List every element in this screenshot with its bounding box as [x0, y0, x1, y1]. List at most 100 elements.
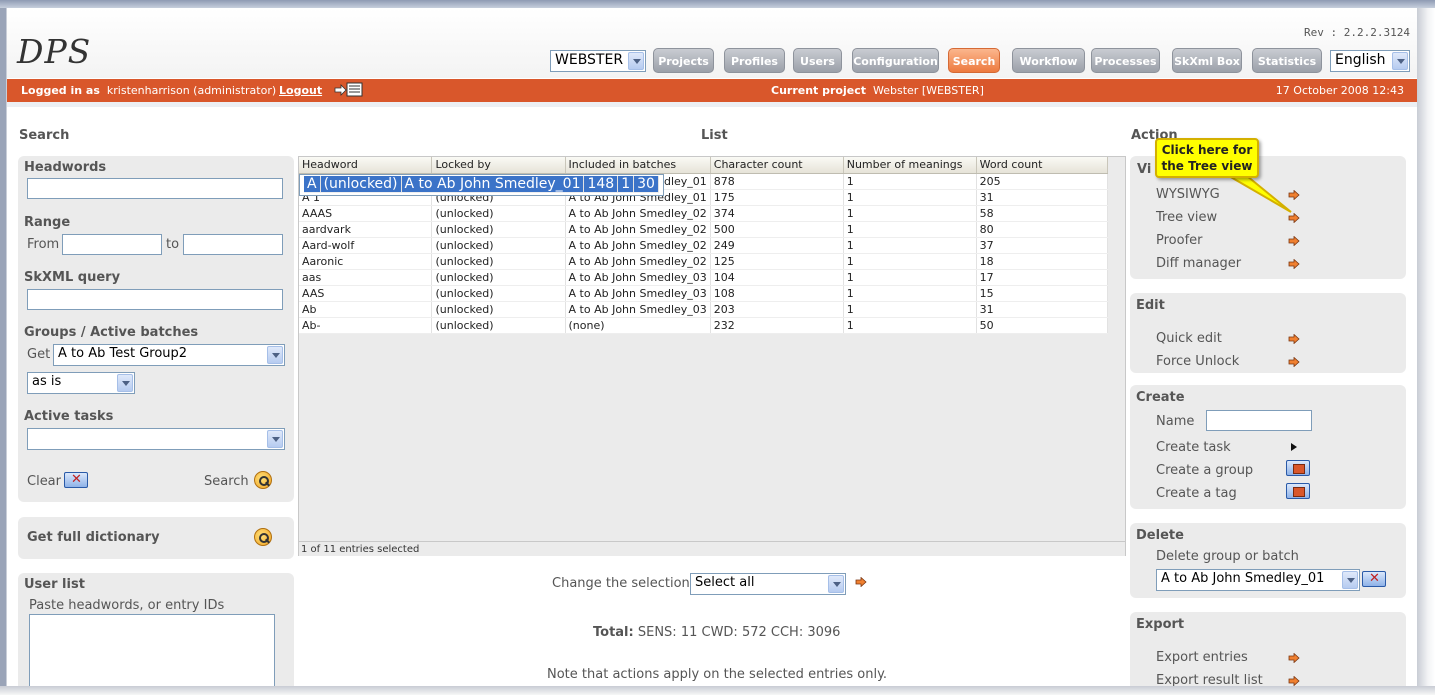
- change-selection-label: Change the selection: [552, 576, 690, 591]
- table-cell: aas: [299, 269, 433, 286]
- create-tag-label: Create a tag: [1156, 486, 1237, 501]
- range-from-input[interactable]: [62, 234, 162, 255]
- column-header[interactable]: Locked by: [431, 157, 566, 174]
- action-quick-edit[interactable]: Quick edit: [1156, 331, 1222, 346]
- go-arrow-icon[interactable]: [1288, 259, 1300, 269]
- window-top-edge: [0, 0, 1435, 8]
- column-header[interactable]: Included in batches: [565, 157, 711, 174]
- create-panel: Create Name Create task Create a group C…: [1130, 385, 1406, 509]
- table-cell: (unlocked): [431, 285, 566, 302]
- table-cell: A to Ab John Smedley_01: [401, 175, 585, 193]
- nav-search-button[interactable]: Search: [948, 48, 1000, 73]
- nav-skxml-box-button[interactable]: SkXml Box: [1172, 48, 1242, 73]
- table-row[interactable]: Ab (unlocked) A to Ab John Smedley_03 203 1 3…: [299, 301, 1109, 318]
- range-to-input[interactable]: [183, 234, 283, 255]
- play-icon[interactable]: [1291, 443, 1297, 451]
- table-row[interactable]: Aaronic (unlocked) A to Ab John Smedley_02…: [299, 253, 1109, 270]
- project-select-value: WEBSTER: [555, 52, 624, 68]
- user-list-textarea[interactable]: [29, 614, 275, 686]
- skxml-query-input[interactable]: [27, 289, 283, 310]
- nav-statistics-button[interactable]: Statistics: [1252, 48, 1322, 73]
- header: DPS Rev : 2.2.2.3124 WEBSTER Projects Pro…: [7, 8, 1417, 78]
- get-label: Get: [27, 347, 51, 362]
- table-row[interactable]: A (unlocked) A to Ab John Smedley_01 148 1 30: [299, 173, 664, 196]
- go-arrow-icon[interactable]: [855, 577, 867, 587]
- table-cell: 50: [976, 317, 1109, 334]
- create-group-icon[interactable]: [1286, 460, 1310, 476]
- table-cell: (none): [565, 317, 711, 334]
- table-cell: 1: [843, 237, 977, 254]
- column-header[interactable]: Number of meanings: [843, 157, 977, 174]
- delete-select[interactable]: A to Ab John Smedley_01: [1156, 569, 1360, 591]
- table-cell: 203: [710, 301, 844, 318]
- full-dictionary-label[interactable]: Get full dictionary: [27, 530, 160, 545]
- headwords-input[interactable]: [27, 178, 283, 199]
- document-icon[interactable]: [334, 82, 364, 98]
- go-arrow-icon[interactable]: [1288, 676, 1300, 686]
- table-body: A (unlocked) A to Ab John Smedley_01 148 1 30…: [299, 173, 1109, 334]
- table-cell: 15: [976, 285, 1109, 302]
- as-is-select[interactable]: as is: [27, 372, 135, 394]
- action-export-entries[interactable]: Export entries: [1156, 650, 1248, 665]
- create-tag-icon[interactable]: [1286, 483, 1310, 499]
- table-cell: aardvark: [299, 221, 433, 238]
- go-arrow-icon[interactable]: [1288, 334, 1300, 344]
- project-select[interactable]: WEBSTER: [550, 50, 646, 72]
- column-header[interactable]: Word count: [976, 157, 1109, 174]
- nav-configuration-button[interactable]: Configuration: [852, 48, 939, 73]
- go-arrow-icon[interactable]: [1288, 236, 1300, 246]
- clear-icon[interactable]: [64, 472, 88, 488]
- group-select[interactable]: A to Ab Test Group2: [53, 344, 285, 366]
- sub-bar: [7, 102, 1417, 107]
- table-row[interactable]: aas (unlocked) A to Ab John Smedley_03 104 1…: [299, 269, 1109, 286]
- table-cell: A to Ab John Smedley_03: [565, 301, 711, 318]
- table-cell: (unlocked): [431, 237, 566, 254]
- logout-link[interactable]: Logout: [279, 79, 322, 102]
- table-cell: (unlocked): [431, 205, 566, 222]
- language-select-value: English: [1335, 52, 1386, 68]
- name-input[interactable]: [1206, 410, 1312, 431]
- chevron-down-icon: [828, 575, 844, 593]
- go-arrow-icon[interactable]: [1288, 357, 1300, 367]
- action-diff-manager[interactable]: Diff manager: [1156, 256, 1241, 271]
- table-cell: 31: [976, 301, 1109, 318]
- page: DPS Rev : 2.2.2.3124 WEBSTER Projects Pro…: [6, 8, 1417, 686]
- action-force-unlock[interactable]: Force Unlock: [1156, 354, 1239, 369]
- change-selection-value: Select all: [695, 575, 755, 590]
- table-cell: 205: [976, 173, 1109, 190]
- table-cell: Aaronic: [299, 253, 433, 270]
- action-proofer[interactable]: Proofer: [1156, 233, 1203, 248]
- nav-users-button[interactable]: Users: [793, 48, 842, 73]
- table-row[interactable]: AAAS (unlocked) A to Ab John Smedley_02 374…: [299, 205, 1109, 222]
- current-project: Current project Webster [WEBSTER]: [771, 79, 984, 102]
- change-selection-select[interactable]: Select all: [690, 573, 846, 595]
- results-table: Headword Locked by Included in batches Char…: [299, 157, 1109, 334]
- table-row[interactable]: Aard-wolf (unlocked) A to Ab John Smedley_…: [299, 237, 1109, 254]
- export-panel: Export Export entries Export result list: [1130, 612, 1406, 686]
- total: Total: SENS: 11 CWD: 572 CCH: 3096: [593, 625, 840, 640]
- search-icon[interactable]: [254, 528, 272, 546]
- table-cell: (unlocked): [431, 221, 566, 238]
- language-select[interactable]: English: [1330, 50, 1410, 72]
- nav-profiles-button[interactable]: Profiles: [724, 48, 785, 73]
- create-title: Create: [1136, 390, 1185, 405]
- nav-projects-button[interactable]: Projects: [653, 48, 714, 73]
- table-row[interactable]: Ab- (unlocked) (none) 232 1 50: [299, 317, 1109, 334]
- action-export-result-list[interactable]: Export result list: [1156, 673, 1263, 686]
- callout-pointer: [1225, 175, 1292, 213]
- search-icon[interactable]: [254, 471, 272, 489]
- search-title: Search: [19, 128, 70, 143]
- table-row[interactable]: aardvark (unlocked) A to Ab John Smedley_0…: [299, 221, 1109, 238]
- table-row[interactable]: AAS (unlocked) A to Ab John Smedley_03 108 1…: [299, 285, 1109, 302]
- table-cell: A to Ab John Smedley_02: [565, 205, 711, 222]
- column-header[interactable]: Character count: [710, 157, 844, 174]
- table-cell: 31: [976, 189, 1109, 206]
- go-arrow-icon[interactable]: [1288, 653, 1300, 663]
- table-cell: Ab: [299, 301, 433, 318]
- delete-icon[interactable]: [1362, 571, 1386, 587]
- nav-processes-button[interactable]: Processes: [1091, 48, 1160, 73]
- active-tasks-select[interactable]: [27, 428, 285, 450]
- window-shadow-right: [1417, 8, 1435, 695]
- nav-workflow-button[interactable]: Workflow: [1012, 48, 1085, 73]
- column-header[interactable]: Headword: [299, 157, 433, 174]
